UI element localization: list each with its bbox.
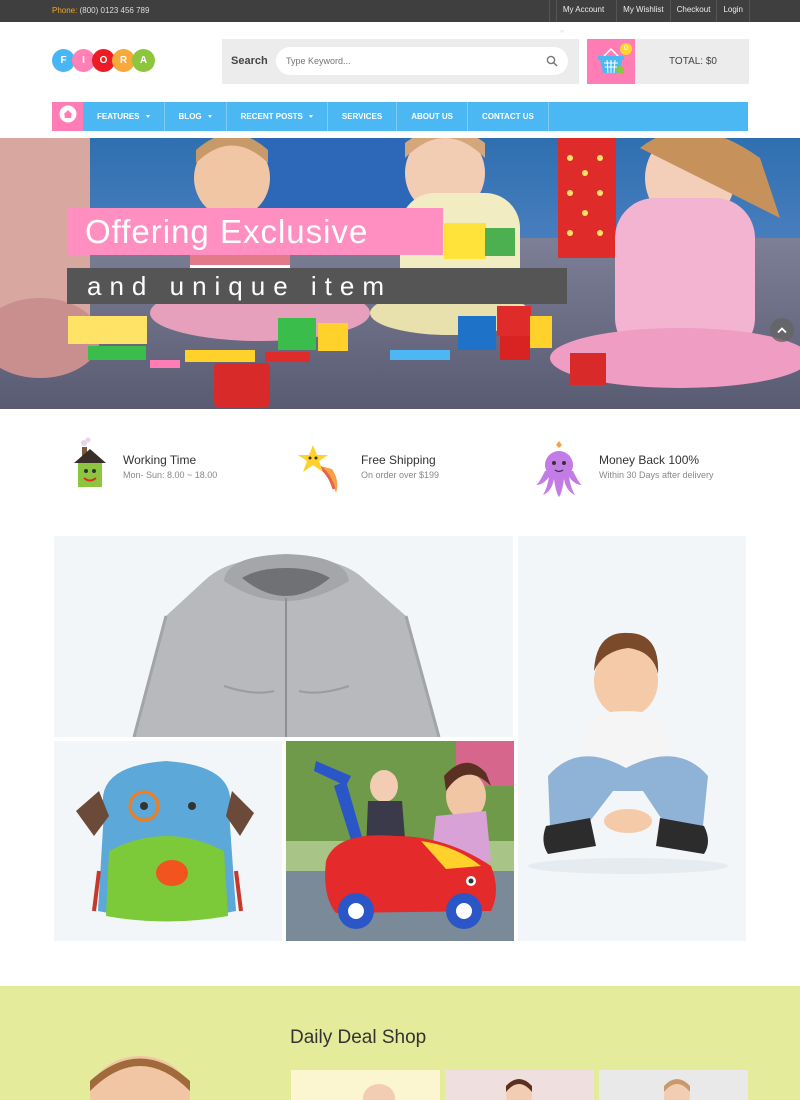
section-title: Daily Deal Shop [290,1027,427,1048]
checkout-link[interactable]: Checkout [669,0,717,22]
feature-free-shipping: Free Shipping On order over $199 [296,437,496,497]
my-account-link[interactable]: My Account [548,0,616,34]
banner-backpack[interactable] [54,741,282,941]
feature-money-back: Money Back 100% Within 30 Days after del… [534,437,754,497]
deal-card[interactable] [291,1070,440,1100]
deal-product-image [664,1079,690,1100]
logo-letter-a: A [132,49,155,72]
nav-item-services[interactable]: SERVICES [328,102,398,131]
main-nav: FEATURES BLOG RECENT POSTS SERVICES ABOU… [52,102,748,131]
feature-title: Working Time [123,453,197,467]
hero-subline: and unique item [67,268,567,304]
deal-product-image [506,1079,532,1100]
boy-image [528,632,728,874]
chevron-down-icon [558,30,565,34]
home-button[interactable] [52,102,83,131]
chevron-down-icon [145,115,150,119]
nav-item-features[interactable]: FEATURES [83,102,165,131]
phone-info: Phone: (800) 0123 456 789 [52,6,149,15]
shooting-star-icon [296,443,346,500]
account-links: My Account My Wishlist Checkout Login [548,0,750,34]
banner-boy-shoes[interactable] [518,536,746,941]
banner-hoodie[interactable] [54,536,513,737]
hero-headline: Offering Exclusive [67,208,443,255]
deal-product-image [363,1084,395,1100]
home-icon [59,105,77,128]
hoodie-image [132,554,441,737]
banner-ride-on-car[interactable] [286,741,514,941]
search-bar: Search [222,39,579,84]
feature-title: Free Shipping [361,453,436,467]
nav-item-contact-us[interactable]: CONTACT US [468,102,549,131]
nav-item-recent-posts[interactable]: RECENT POSTS [227,102,328,131]
cart-total: TOTAL: $0 [669,56,717,67]
my-wishlist-link[interactable]: My Wishlist [616,0,669,22]
top-bar: Phone: (800) 0123 456 789 My Account My … [0,0,800,34]
scroll-top-button[interactable] [770,318,794,342]
logo[interactable]: F I O R A [52,49,155,72]
nav-blog-label: BLOG [178,112,202,121]
car-image [286,741,514,941]
search-icon[interactable] [546,54,558,72]
feature-title: Money Back 100% [599,453,700,467]
search-label: Search [231,55,268,67]
chevron-down-icon [308,115,313,119]
chevron-up-icon [777,321,787,339]
cart-count-badge: 0 [620,43,632,55]
deal-card[interactable] [445,1070,594,1100]
octopus-icon [534,441,584,506]
feature-subtitle: Within 30 Days after delivery [599,470,714,480]
backpack-image [76,761,254,922]
deal-card[interactable] [599,1070,748,1100]
search-input[interactable] [276,47,568,75]
feature-subtitle: Mon- Sun: 8.00 ~ 18.00 [123,470,218,480]
hero-shop-button[interactable] [68,316,147,344]
feature-subtitle: On order over $199 [361,470,440,480]
nav-recent-posts-label: RECENT POSTS [240,112,303,121]
my-account-label: My Account [555,0,610,22]
nav-item-about-us[interactable]: ABOUT US [397,102,468,131]
phone-number: (800) 0123 456 789 [79,6,150,15]
phone-label: Phone: [52,6,78,15]
feature-working-time: Working Time Mon- Sun: 8.00 ~ 18.00 [72,437,272,497]
chevron-down-icon [207,115,212,119]
login-link[interactable]: Login [716,0,750,22]
nav-features-label: FEATURES [97,112,140,121]
cart-widget[interactable]: 0 TOTAL: $0 [587,39,749,84]
nav-item-blog[interactable]: BLOG [165,102,227,131]
house-icon [72,437,108,496]
daily-deal-section: Daily Deal Shop [0,986,800,1100]
